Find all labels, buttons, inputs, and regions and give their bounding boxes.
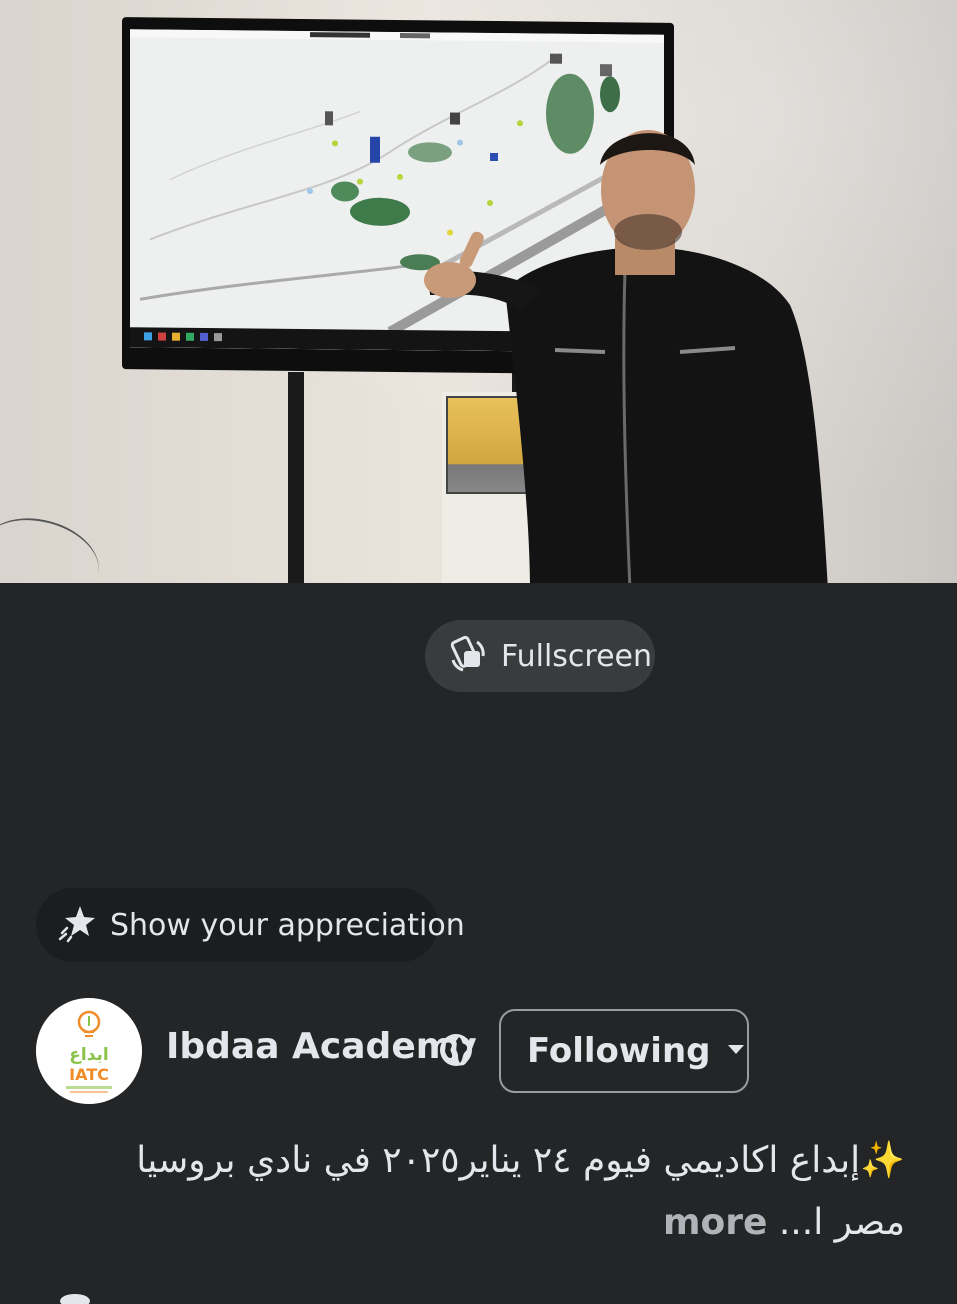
page-name[interactable]: Ibdaa Academy (166, 1026, 477, 1067)
caption-line-2: مصر ا... (778, 1202, 905, 1243)
tv-stand-leg (288, 372, 304, 583)
caret-down-icon (724, 1037, 748, 1065)
fullscreen-rotate-icon (447, 634, 487, 678)
next-item-peek (60, 1294, 90, 1304)
following-label: Following (527, 1031, 711, 1071)
appreciation-label: Show your appreciation (110, 907, 465, 943)
fullscreen-label: Fullscreen (501, 638, 653, 674)
show-appreciation-button[interactable]: Show your appreciation (36, 888, 465, 962)
avatar-arabic-text: ابداع (69, 1045, 108, 1065)
post-caption: ✨إبداع اكاديمي فيوم ٢٤ يناير٢٠٢٥ في نادي… (45, 1130, 905, 1254)
caption-line-1: ✨إبداع اكاديمي فيوم ٢٤ يناير٢٠٢٥ في نادي… (136, 1140, 905, 1181)
video-player[interactable] (0, 0, 957, 583)
following-button[interactable]: Following (499, 1009, 749, 1093)
globe-icon (437, 1031, 475, 1069)
page-avatar[interactable]: ابداع IATC (36, 998, 142, 1104)
avatar-latin-text: IATC (69, 1065, 109, 1084)
presenter (424, 130, 828, 583)
fullscreen-button[interactable]: Fullscreen (425, 620, 655, 692)
sparkle-star-icon (58, 903, 98, 947)
see-more-link[interactable]: more (663, 1202, 767, 1243)
caption-line-2-wrap: مصر ا... more (45, 1192, 905, 1254)
